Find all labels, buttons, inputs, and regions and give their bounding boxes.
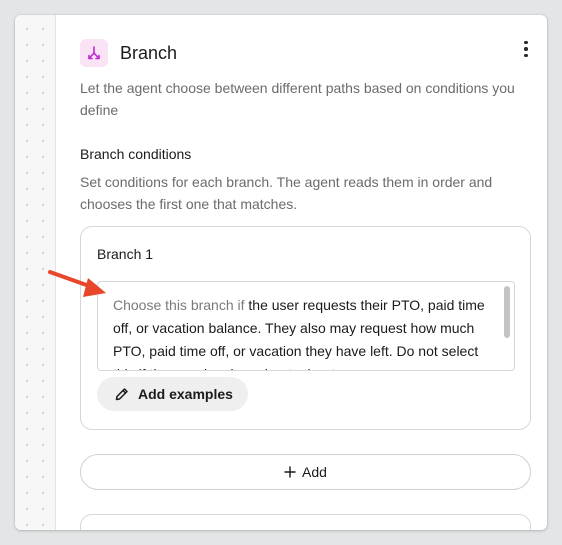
branch-fork-icon [80,39,108,67]
panel-content: Branch Let the agent choose between diff… [56,15,547,530]
scrollbar-thumb[interactable] [504,286,510,338]
next-branch-card [80,514,531,530]
branch-card: Branch 1 Choose this branch if the user … [80,226,531,430]
node-title: Branch [120,43,178,63]
pencil-icon [115,388,128,401]
screenshot-stage: Branch Let the agent choose between diff… [0,0,562,545]
node-description: Let the agent choose between different p… [80,80,515,118]
add-examples-label: Add examples [138,386,233,402]
annotation-arrow-icon [48,270,106,297]
add-button-label: Add [302,464,327,480]
textarea-scrollbar[interactable] [503,286,511,366]
branch-title: Branch 1 [97,246,154,262]
add-branch-button[interactable]: Add [80,454,531,490]
plus-icon [284,466,296,478]
branch-conditions-heading: Branch conditions [80,146,192,162]
branch-condition-textarea[interactable]: Choose this branch if the user requests … [97,281,515,371]
add-examples-button[interactable]: Add examples [97,377,248,411]
condition-prefix: Choose this branch if [113,297,245,313]
branch-condition-text[interactable]: Choose this branch if the user requests … [113,294,498,370]
branch-conditions-description: Set conditions for each branch. The agen… [80,174,493,212]
more-options-icon[interactable] [519,39,533,59]
